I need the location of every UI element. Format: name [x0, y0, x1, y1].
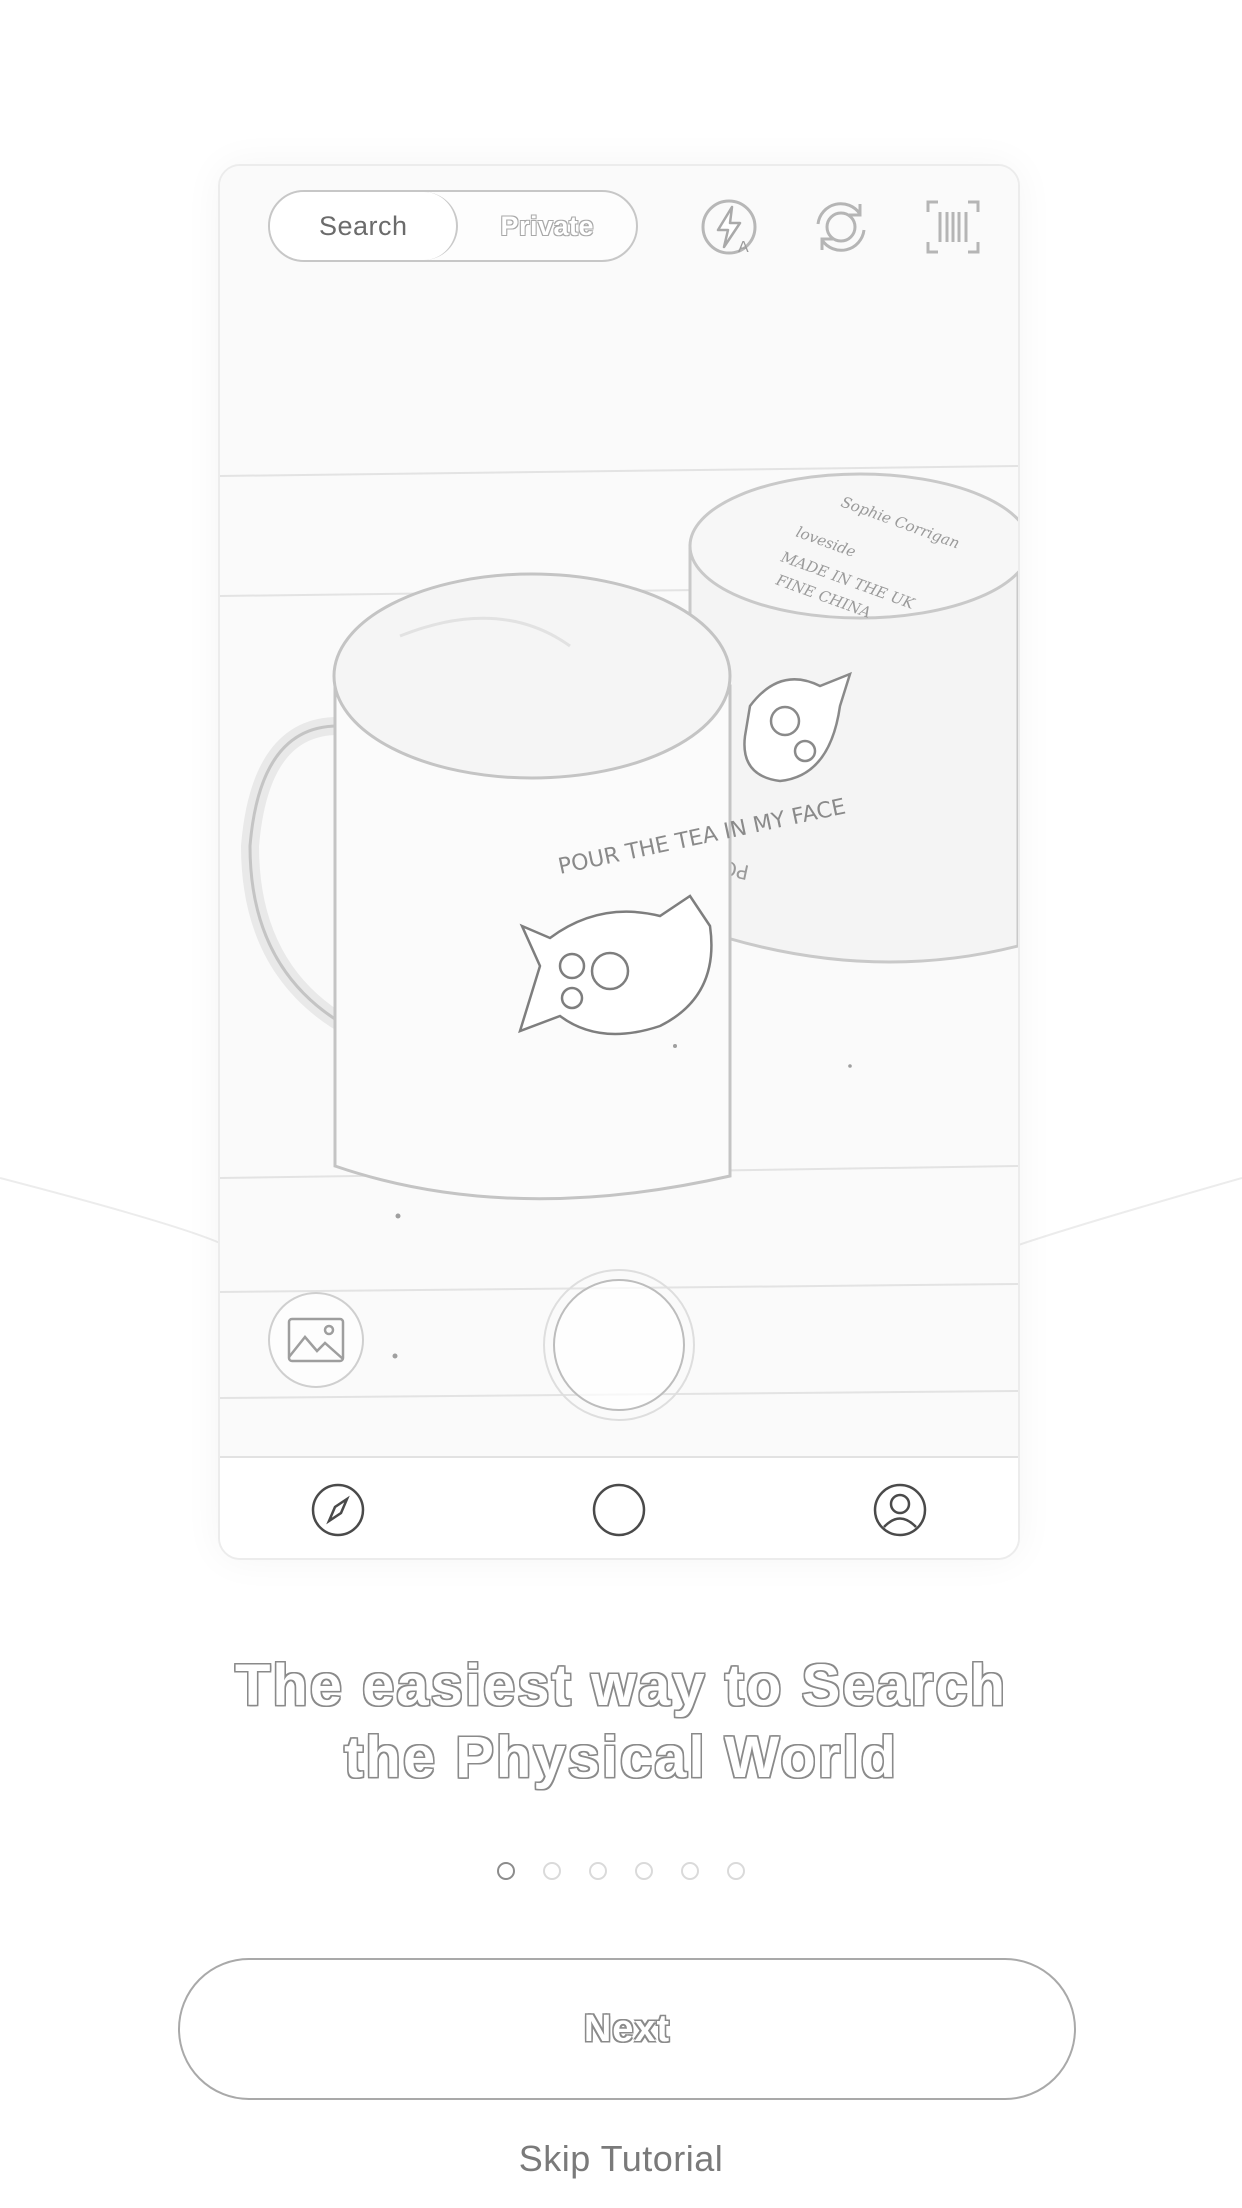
flash-auto-icon[interactable]: A: [696, 194, 762, 260]
switch-camera-icon[interactable]: [808, 194, 874, 260]
next-button[interactable]: Next: [178, 1958, 1076, 2100]
phone-mockup: Sophie Corrigan loveside MADE IN THE UK …: [218, 164, 1020, 1560]
skip-tutorial-link[interactable]: Skip Tutorial: [0, 2138, 1242, 2180]
mode-search-option[interactable]: Search: [270, 192, 459, 260]
page-dot-5[interactable]: [681, 1862, 699, 1880]
barcode-scan-icon[interactable]: [920, 194, 986, 260]
profile-icon[interactable]: [872, 1482, 928, 1538]
gallery-icon: [287, 1317, 345, 1363]
camera-tab-icon[interactable]: [591, 1482, 647, 1538]
bottom-tab-bar: [220, 1456, 1018, 1558]
compass-icon[interactable]: [310, 1482, 366, 1538]
page-indicator: [0, 1862, 1242, 1880]
page-dot-4[interactable]: [635, 1862, 653, 1880]
onboarding-headline: The easiest way to Search the Physical W…: [234, 1653, 1008, 1790]
svg-text:A: A: [738, 239, 749, 256]
shutter-button[interactable]: [543, 1269, 695, 1421]
gallery-button[interactable]: [268, 1292, 364, 1388]
page-dot-3[interactable]: [589, 1862, 607, 1880]
page-dot-6[interactable]: [727, 1862, 745, 1880]
shutter-inner-ring: [553, 1279, 685, 1411]
mode-private-option[interactable]: Private: [458, 192, 636, 260]
camera-viewfinder: Sophie Corrigan loveside MADE IN THE UK …: [220, 166, 1018, 1456]
mugs-photo: Sophie Corrigan loveside MADE IN THE UK …: [220, 465, 1018, 1399]
search-private-toggle[interactable]: Search Private: [268, 190, 638, 262]
page-dot-1[interactable]: [497, 1862, 515, 1880]
page-dot-2[interactable]: [543, 1862, 561, 1880]
